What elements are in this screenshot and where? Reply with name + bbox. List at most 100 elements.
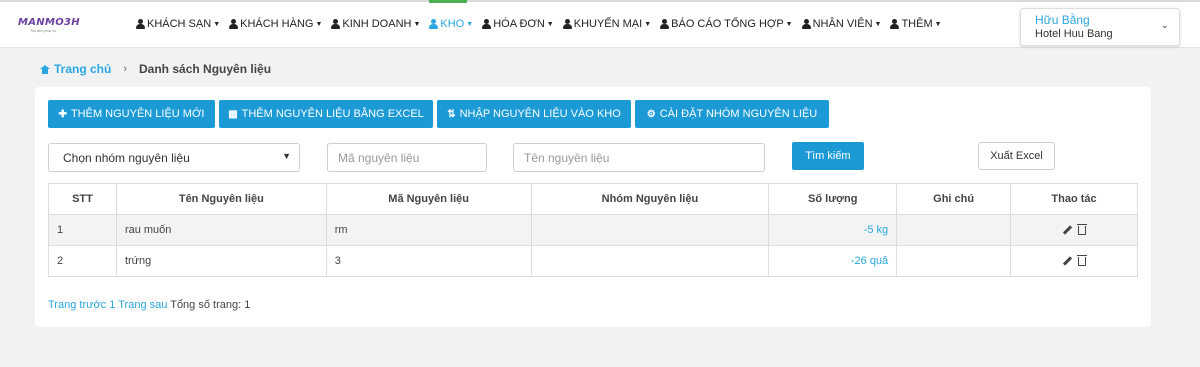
cell-group <box>530 214 770 246</box>
menu-khuyen-mai[interactable]: KHUYẾN MẠI ▼ <box>562 17 651 31</box>
account-name: Hữu Bằng <box>1035 13 1090 27</box>
add-excel-button[interactable]: ▦ THÊM NGUYÊN LIỆU BẰNG EXCEL <box>219 100 433 128</box>
pager-total: Tổng số trang: 1 <box>170 299 251 311</box>
group-settings-label: CÀI ĐẶT NHÓM NGUYÊN LIỆU <box>659 108 818 120</box>
column-header: Nhóm Nguyên liệu <box>530 183 770 215</box>
chevron-down-icon: ▼ <box>874 20 882 28</box>
menu-label: HÓA ĐƠN <box>493 18 545 30</box>
name-placeholder: Tên nguyên liệu <box>524 151 610 165</box>
cell-name: trứng <box>115 245 327 277</box>
chevron-down-icon: ▼ <box>213 20 221 28</box>
menu-hoa-don[interactable]: HÓA ĐƠN ▼ <box>482 17 554 31</box>
pager-next-link[interactable]: Trang sau <box>118 299 167 311</box>
group-select-value: Chọn nhóm nguyên liệu <box>63 151 190 165</box>
menu-label: KHO <box>440 18 465 30</box>
trash-icon[interactable] <box>1076 223 1087 235</box>
user-icon <box>801 19 811 29</box>
table-row: 2 trứng 3 -26 quả <box>48 245 1138 277</box>
chevron-down-icon: ▼ <box>282 151 291 161</box>
user-icon <box>660 19 670 29</box>
top-navbar: MANMO3H Tận tâm phục vụ KHÁCH SẠN ▼ KHÁCH… <box>0 0 1200 48</box>
menu-label: THÊM <box>901 18 933 30</box>
chevron-down-icon: ▼ <box>315 20 323 28</box>
trash-icon[interactable] <box>1076 254 1087 266</box>
menu-bao-cao[interactable]: BÁO CÁO TỔNG HỢP ▼ <box>660 17 793 31</box>
cell-code: rm <box>325 214 532 246</box>
breadcrumb-separator-icon: › <box>123 63 128 75</box>
cell-note <box>896 214 1012 246</box>
column-header: Số lượng <box>768 183 898 215</box>
edit-icon[interactable] <box>1063 226 1072 235</box>
menu-label: KHÁCH SẠN <box>147 18 212 30</box>
brand-logo[interactable]: MANMO3H <box>18 17 80 28</box>
code-input[interactable]: Mã nguyên liệu <box>327 143 487 172</box>
column-header: Tên Nguyên liệu <box>115 183 327 215</box>
edit-icon[interactable] <box>1063 257 1072 266</box>
brand-tagline: Tận tâm phục vụ <box>30 29 57 33</box>
add-material-button[interactable]: ✚ THÊM NGUYÊN LIỆU MỚI <box>48 100 215 128</box>
sort-icon: ⇅ <box>447 108 456 120</box>
menu-label: KINH DOANH <box>342 18 412 30</box>
pagination: Trang trước 1 Trang sau Tổng số trang: 1 <box>48 299 250 311</box>
menu-label: KHUYẾN MẠI <box>573 18 643 30</box>
gear-icon: ⚙ <box>646 108 656 120</box>
menu-kinh-doanh[interactable]: KINH DOANH ▼ <box>331 17 420 31</box>
import-stock-button[interactable]: ⇅ NHẬP NGUYÊN LIỆU VÀO KHO <box>437 100 631 128</box>
content-card: ✚ THÊM NGUYÊN LIỆU MỚI ▦ THÊM NGUYÊN LIỆU … <box>35 87 1151 327</box>
menu-khach-hang[interactable]: KHÁCH HÀNG ▼ <box>229 17 322 31</box>
add-excel-label: THÊM NGUYÊN LIỆU BẰNG EXCEL <box>241 108 424 120</box>
menu-label: BÁO CÁO TỔNG HỢP <box>671 18 784 30</box>
user-icon <box>136 19 145 29</box>
export-excel-button[interactable]: Xuất Excel <box>978 142 1055 170</box>
menu-khach-san[interactable]: KHÁCH SẠN ▼ <box>136 17 220 31</box>
code-placeholder: Mã nguyên liệu <box>338 151 420 165</box>
cell-name: rau muốn <box>115 214 327 246</box>
cell-actions <box>1010 245 1138 277</box>
column-header: Thao tác <box>1010 183 1138 215</box>
active-menu-indicator <box>429 0 467 3</box>
chevron-down-icon: ▼ <box>413 20 421 28</box>
user-icon <box>229 19 239 29</box>
add-material-label: THÊM NGUYÊN LIỆU MỚI <box>70 108 205 120</box>
chevron-down-icon: ⌄ <box>1160 20 1169 31</box>
menu-nhan-vien[interactable]: NHÂN VIÊN ▼ <box>801 17 882 31</box>
breadcrumb: Trang chủ › Danh sách Nguyên liệu <box>40 62 271 76</box>
chevron-down-icon: ▼ <box>546 20 554 28</box>
cell-qty[interactable]: -5 kg <box>768 214 898 246</box>
column-header: Ghi chú <box>896 183 1012 215</box>
table-header-row: STT Tên Nguyên liệu Mã Nguyên liệu Nhóm … <box>48 183 1138 215</box>
import-stock-label: NHẬP NGUYÊN LIỆU VÀO KHO <box>459 108 621 120</box>
cell-stt: 2 <box>48 245 117 277</box>
group-select[interactable]: Chọn nhóm nguyên liệu ▼ <box>48 143 300 172</box>
cell-group <box>530 245 770 277</box>
navbar-top-border <box>0 0 1200 2</box>
search-button[interactable]: Tìm kiếm <box>792 142 864 170</box>
column-header: STT <box>48 183 117 215</box>
user-icon <box>890 19 900 29</box>
plus-icon: ✚ <box>58 108 67 120</box>
menu-label: NHÂN VIÊN <box>812 18 873 30</box>
user-icon <box>429 19 439 29</box>
cell-actions <box>1010 214 1138 246</box>
table-row: 1 rau muốn rm -5 kg <box>48 214 1138 246</box>
home-icon <box>40 64 50 74</box>
name-input[interactable]: Tên nguyên liệu <box>513 143 765 172</box>
column-header: Mã Nguyên liệu <box>325 183 532 215</box>
table-icon: ▦ <box>228 108 238 120</box>
pager-page-link[interactable]: 1 <box>109 299 115 311</box>
breadcrumb-home-label: Trang chủ <box>54 62 112 76</box>
user-icon <box>482 19 492 29</box>
menu-them[interactable]: THÊM ▼ <box>890 17 942 31</box>
group-settings-button[interactable]: ⚙ CÀI ĐẶT NHÓM NGUYÊN LIỆU <box>635 100 829 128</box>
cell-note <box>896 245 1012 277</box>
chevron-down-icon: ▼ <box>466 20 474 28</box>
pager-prev-link[interactable]: Trang trước <box>48 299 106 311</box>
main-menu: KHÁCH SẠN ▼ KHÁCH HÀNG ▼ KINH DOANH ▼ KHO ▼ … <box>136 17 951 31</box>
breadcrumb-current: Danh sách Nguyên liệu <box>139 62 272 76</box>
account-hotel: Hotel Huu Bang <box>1035 28 1113 40</box>
cell-qty[interactable]: -26 quả <box>768 245 898 277</box>
breadcrumb-home[interactable]: Trang chủ <box>40 62 111 76</box>
account-dropdown[interactable]: Hữu Bằng Hotel Huu Bang ⌄ <box>1020 8 1180 46</box>
chevron-down-icon: ▼ <box>785 20 793 28</box>
menu-kho[interactable]: KHO ▼ <box>429 17 473 31</box>
